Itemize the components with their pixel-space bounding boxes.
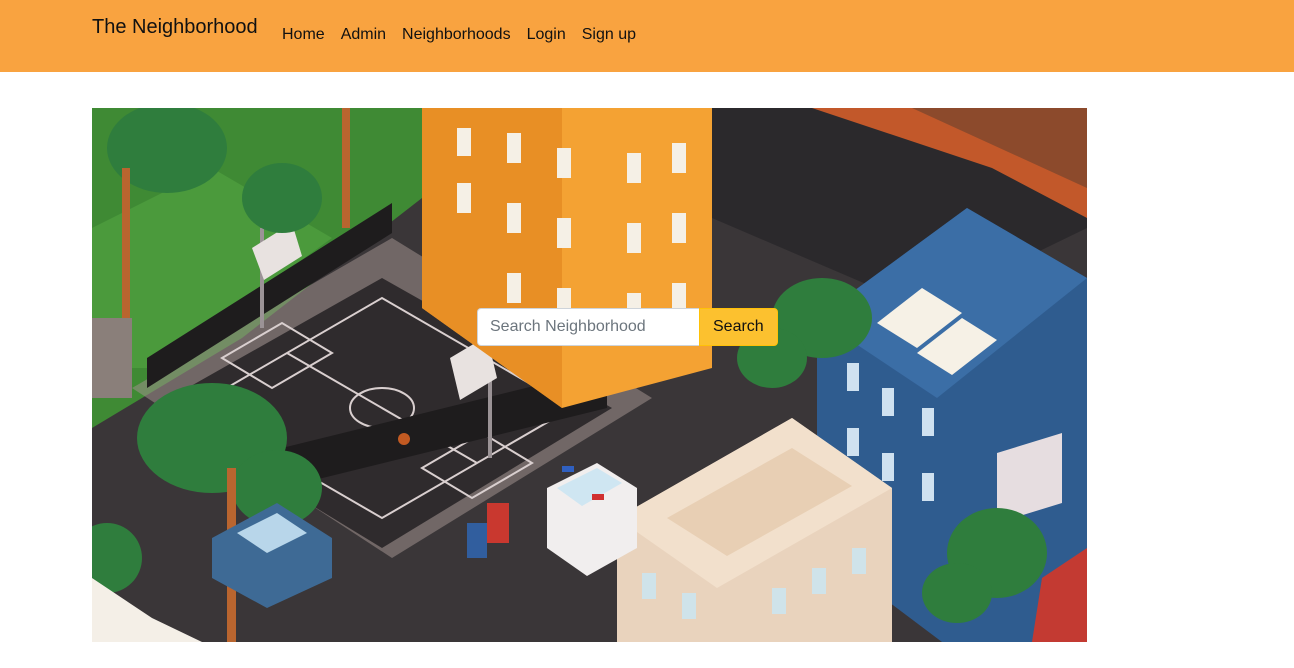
nav-link-home[interactable]: Home: [274, 24, 333, 46]
nav-link-login[interactable]: Login: [519, 24, 574, 46]
city-illustration: [92, 108, 1087, 642]
nav-link-admin[interactable]: Admin: [333, 24, 394, 46]
hero-banner: Search: [92, 108, 1087, 642]
search-input[interactable]: [477, 308, 699, 346]
nav-link-neighborhoods[interactable]: Neighborhoods: [394, 24, 519, 46]
nav-links: Home Admin Neighborhoods Login Sign up: [274, 24, 644, 46]
search-button[interactable]: Search: [699, 308, 778, 346]
brand-link[interactable]: The Neighborhood: [92, 16, 258, 39]
search-form: Search: [477, 308, 778, 346]
nav-link-signup[interactable]: Sign up: [574, 24, 644, 46]
top-navbar: The Neighborhood Home Admin Neighborhood…: [0, 0, 1294, 72]
